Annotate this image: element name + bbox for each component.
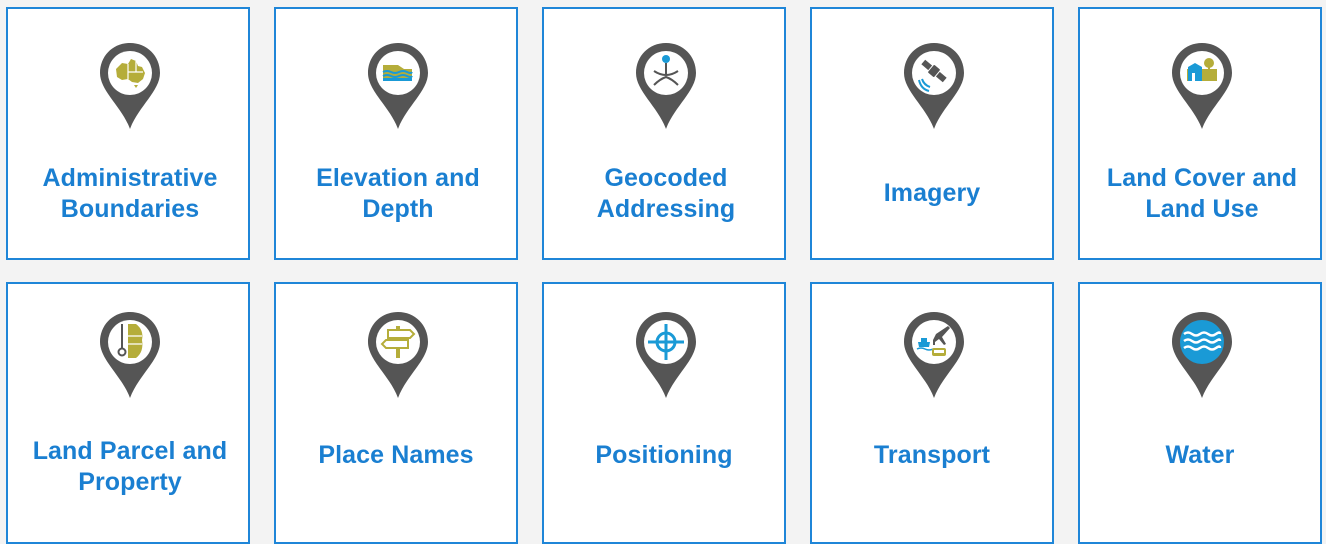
tile-land-parcel-and-property[interactable]: Land Parcel and Property [6, 282, 250, 544]
crosshair-icon [634, 310, 698, 400]
land-parcel-icon [98, 310, 162, 400]
tile-positioning[interactable]: Positioning [542, 282, 786, 544]
tile-label: Land Parcel and Property [32, 437, 228, 496]
tile-land-cover-and-land-use[interactable]: Land Cover and Land Use [1078, 7, 1322, 260]
tile-label: Administrative Boundaries [42, 164, 218, 223]
elevation-depth-icon [366, 41, 430, 131]
tile-imagery[interactable]: Imagery [810, 7, 1054, 260]
category-grid: Administrative Boundaries Elevation and … [0, 0, 1326, 544]
tile-label: Elevation and Depth [316, 164, 480, 223]
water-waves-icon [1170, 310, 1234, 400]
tile-label: Land Cover and Land Use [1106, 164, 1298, 223]
tile-geocoded-addressing[interactable]: Geocoded Addressing [542, 7, 786, 260]
tile-label: Place Names [318, 441, 474, 469]
tile-label: Imagery [883, 179, 981, 207]
tile-transport[interactable]: Transport [810, 282, 1054, 544]
tile-label: Geocoded Addressing [596, 164, 736, 223]
land-cover-icon [1170, 41, 1234, 131]
tile-elevation-and-depth[interactable]: Elevation and Depth [274, 7, 518, 260]
tile-label: Transport [873, 441, 991, 469]
transport-icon [902, 310, 966, 400]
satellite-icon [902, 41, 966, 131]
signpost-icon [366, 310, 430, 400]
tile-administrative-boundaries[interactable]: Administrative Boundaries [6, 7, 250, 260]
australia-map-icon [98, 41, 162, 131]
tile-water[interactable]: Water [1078, 282, 1322, 544]
tile-label: Water [1165, 441, 1235, 469]
tile-label: Positioning [595, 441, 733, 469]
geocoded-address-icon [634, 41, 698, 131]
tile-place-names[interactable]: Place Names [274, 282, 518, 544]
